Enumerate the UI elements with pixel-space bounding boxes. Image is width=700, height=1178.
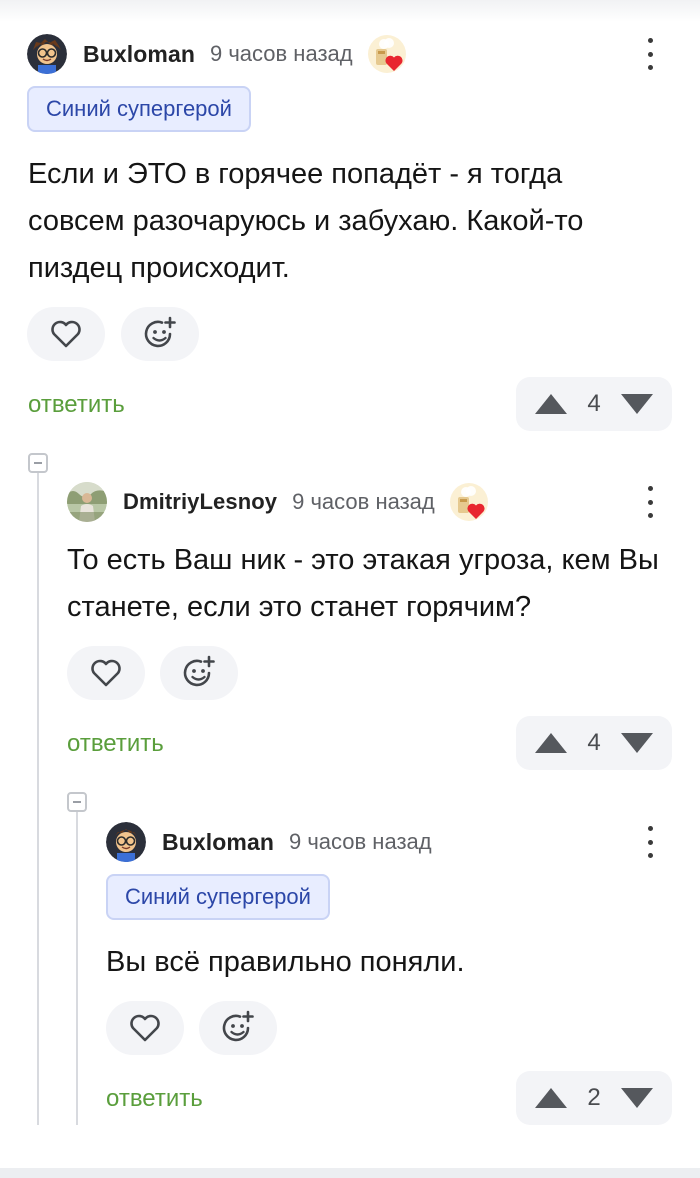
avatar[interactable]	[106, 822, 146, 862]
username[interactable]: Buxloman	[162, 829, 274, 856]
arrow-up-icon[interactable]	[534, 1087, 568, 1109]
add-reaction-button[interactable]	[121, 307, 199, 361]
comment-time: 9 часов назад	[288, 829, 432, 854]
heart-icon	[91, 659, 121, 687]
thread-line[interactable]	[76, 812, 78, 1125]
bottom-divider	[0, 1168, 700, 1178]
collapse-icon[interactable]	[67, 792, 87, 812]
like-button[interactable]	[27, 307, 105, 361]
comment-header: Buxloman 9 часов назад	[27, 34, 407, 74]
comment-text: Если и ЭТО в горячее попадёт - я тогда с…	[28, 158, 584, 284]
heart-icon	[130, 1014, 160, 1042]
avatar[interactable]	[27, 34, 67, 74]
comment-text: Вы всё правильно поняли.	[106, 946, 465, 978]
vote-control: 4	[516, 377, 672, 431]
comment-time: 9 часов назад	[292, 489, 435, 514]
emoji-add-icon	[222, 1010, 254, 1042]
reply-link[interactable]: ответить	[28, 391, 125, 419]
add-reaction-button[interactable]	[160, 646, 238, 700]
collapse-icon[interactable]	[28, 453, 48, 473]
reply-link[interactable]: ответить	[67, 730, 164, 758]
comment-text: То есть Ваш ник - это этакая угроза, кем…	[67, 544, 659, 623]
medal-heart-icon[interactable]	[367, 34, 407, 74]
like-button[interactable]	[106, 1001, 184, 1055]
emoji-add-icon	[144, 316, 176, 348]
user-badge[interactable]: Синий супергерой	[27, 86, 251, 132]
avatar-dmitriylesnoy	[67, 482, 107, 522]
vote-control: 2	[516, 1071, 672, 1125]
arrow-up-icon[interactable]	[534, 393, 568, 415]
emoji-add-icon	[183, 655, 215, 687]
comment-header: Buxloman 9 часов назад	[106, 822, 432, 862]
arrow-down-icon[interactable]	[620, 732, 654, 754]
more-vertical-icon[interactable]	[640, 38, 660, 70]
vote-control: 4	[516, 716, 672, 770]
arrow-down-icon[interactable]	[620, 1087, 654, 1109]
comment-time: 9 часов назад	[209, 41, 353, 66]
username[interactable]: Buxloman	[83, 41, 195, 68]
comment-header: DmitriyLesnoy 9 часов назад	[67, 482, 489, 522]
avatar-buxloman	[27, 34, 67, 74]
vote-count: 2	[587, 1084, 601, 1111]
arrow-down-icon[interactable]	[620, 393, 654, 415]
thread-line[interactable]	[37, 473, 39, 1125]
user-badge[interactable]: Синий супергерой	[106, 874, 330, 920]
medal-heart-icon[interactable]	[449, 482, 489, 522]
reply-link[interactable]: ответить	[106, 1085, 203, 1113]
avatar[interactable]	[67, 482, 107, 522]
more-vertical-icon[interactable]	[640, 826, 660, 858]
like-button[interactable]	[67, 646, 145, 700]
avatar-buxloman	[106, 822, 146, 862]
arrow-up-icon[interactable]	[534, 732, 568, 754]
vote-count: 4	[587, 390, 601, 417]
top-shade	[0, 0, 700, 22]
vote-count: 4	[587, 729, 601, 756]
username[interactable]: DmitriyLesnoy	[123, 489, 277, 515]
heart-icon	[51, 320, 81, 348]
add-reaction-button[interactable]	[199, 1001, 277, 1055]
more-vertical-icon[interactable]	[640, 486, 660, 518]
